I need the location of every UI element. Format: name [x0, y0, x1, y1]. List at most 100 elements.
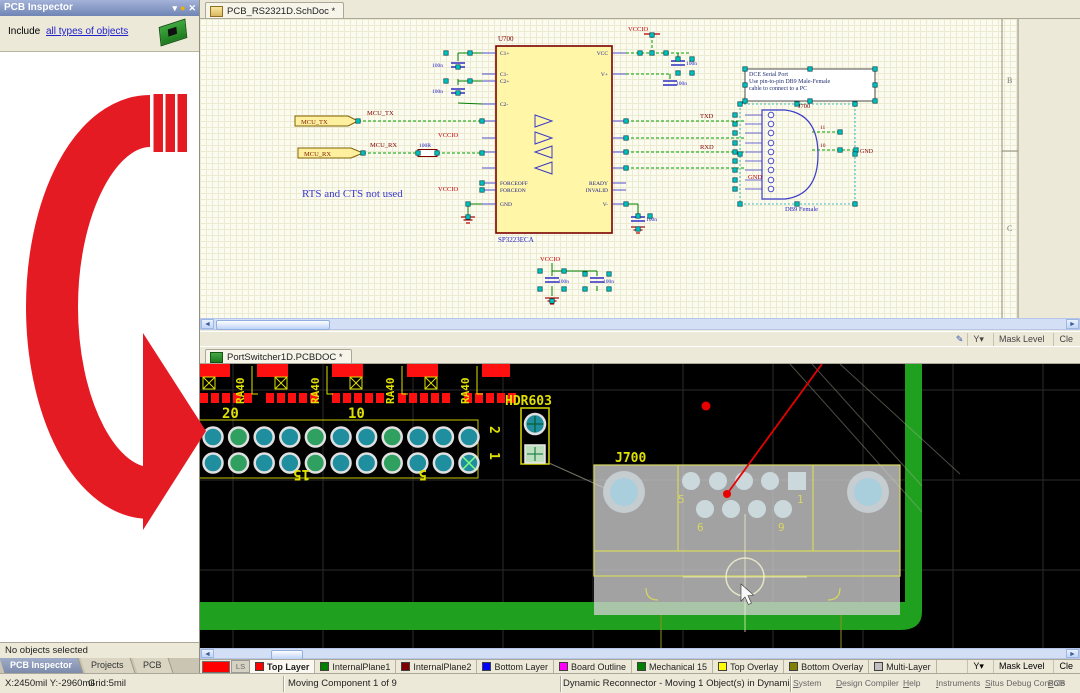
schematic-hscrollbar[interactable]: ◄ ► [200, 318, 1080, 330]
hdr603-component[interactable]: HDR603 [505, 394, 552, 464]
panel-tab-label: Projects [91, 658, 124, 673]
layer-tab-bottom-overlay[interactable]: Bottom Overlay [784, 660, 869, 673]
layer-tab-label: Bottom Layer [494, 662, 548, 672]
cap-value: 100n [432, 89, 443, 95]
panel-tab-pcb[interactable]: PCB [132, 658, 172, 673]
header-connector[interactable]: 201015521 [200, 406, 501, 482]
layer-tabs: Top Layer InternalPlane1InternalPlane2 Bot… [250, 660, 937, 673]
pin-number: 9 [778, 521, 785, 534]
through-hole-pad [434, 454, 453, 473]
layer-tab-label: Top Layer [267, 662, 309, 672]
net-label: MCU_TX [367, 110, 394, 117]
layer-tab-label: Board Outline [571, 662, 626, 672]
pin-number: 5 [419, 466, 427, 482]
schematic-ic[interactable]: C1+C1-C2+C2-FORCEOFFFORCEONGNDVCCV+READY… [482, 35, 626, 244]
connector-pad [722, 500, 740, 518]
layer-color-swatch [482, 662, 491, 671]
mask-level-button[interactable]: Mask Level [993, 333, 1050, 346]
through-hole-pad [383, 428, 402, 447]
dropdown-icon[interactable]: ▾ [172, 0, 177, 16]
schematic-canvas[interactable]: BC100n100n100n100n100n100n100n100RVCCIOV… [200, 19, 1080, 318]
db9-connector[interactable]: 1110J700DB9 FemaleGND [740, 103, 874, 213]
panel-title-bar[interactable]: PCB Inspector ▾ ● ✕ [0, 0, 199, 16]
through-hole-pad [204, 454, 223, 473]
clear-button[interactable]: Cle [1053, 333, 1078, 346]
scroll-left-icon[interactable]: ◄ [201, 649, 214, 658]
layer-tab-label: Bottom Overlay [801, 662, 863, 672]
ic-pin-name: C1+ [500, 51, 510, 57]
connector-pad [709, 472, 727, 490]
resistor-array-pads[interactable]: RA40RA40RA40RA40 [200, 364, 516, 404]
menu-instruments[interactable]: Instruments [936, 678, 980, 688]
pin-number: 2 [486, 426, 501, 434]
schematic-tab-bar: PCB_RS2321D.SchDoc * [200, 0, 1080, 19]
pin1-pad [788, 472, 806, 490]
scroll-left-icon[interactable]: ◄ [201, 319, 214, 329]
scroll-thumb[interactable] [216, 320, 330, 330]
layer-tab-top-overlay[interactable]: Top Overlay [713, 660, 784, 673]
menu-design-compiler[interactable]: Design Compiler [836, 678, 899, 688]
net-label: RXD [700, 144, 714, 151]
ic-pin-name: C2+ [500, 79, 510, 85]
tab-schematic-doc[interactable]: PCB_RS2321D.SchDoc * [205, 2, 344, 18]
net-label: MCU_RX [370, 142, 397, 149]
wire-icon[interactable]: ✎ [956, 334, 964, 345]
note-line: Use pin-to-pin DB9 Male-Female [749, 79, 830, 85]
ic-pin-name: INVALID [586, 188, 608, 194]
pcb-hscrollbar[interactable]: ◄ ► [200, 648, 1080, 659]
panel-title: PCB Inspector [4, 2, 73, 13]
scroll-right-icon[interactable]: ► [1066, 319, 1079, 329]
layer-color-swatch [255, 662, 264, 671]
menu-help[interactable]: Help [903, 678, 920, 688]
pcb-inspector-panel: PCB Inspector ▾ ● ✕ Include all types of… [0, 0, 200, 693]
layer-tab-mechanical-15[interactable]: Mechanical 15 [632, 660, 713, 673]
pcb-doc-title: PortSwitcher1D.PCBDOC * [227, 352, 343, 363]
component-designator: HDR603 [505, 394, 552, 409]
note-text-frame[interactable]: DCE Serial PortUse pin-to-pin DB9 Male-F… [745, 69, 875, 101]
include-scope-link[interactable]: all types of objects [46, 26, 128, 37]
close-icon[interactable]: ✕ [188, 0, 196, 16]
through-hole-pad [357, 428, 376, 447]
layer-color-swatch [559, 662, 568, 671]
filter-icon[interactable]: Y▾ [967, 333, 989, 346]
layer-tab-internalplane1[interactable]: InternalPlane1 [315, 660, 396, 673]
net-label: TXD [700, 113, 714, 120]
schematic-status-row: ✎ Y▾ Mask Level Cle [200, 331, 1080, 346]
layer-tab-bottom-layer[interactable]: Bottom Layer [477, 660, 554, 673]
pin-icon[interactable]: ● [180, 0, 185, 16]
power-net-label: VCCIO [438, 186, 459, 193]
layer-tab-multi-layer[interactable]: Multi-Layer [869, 660, 937, 673]
tab-pcb-doc[interactable]: PortSwitcher1D.PCBDOC * [205, 349, 352, 363]
cap-value: 100n [676, 81, 687, 87]
pcb-canvas[interactable]: RA40RA40RA40RA40201015521HDR603J7005169 [200, 364, 1080, 648]
layer-tab-board-outline[interactable]: Board Outline [554, 660, 632, 673]
through-hole-pad [255, 454, 274, 473]
menu-pcb[interactable]: PCB [1048, 678, 1065, 688]
panel-tab-projects[interactable]: Projects [81, 658, 135, 673]
db9-pin-number: 10 [820, 143, 826, 149]
through-hole-pad [306, 428, 325, 447]
status-bar: X:2450mil Y:-2960mil Grid:5mil Moving Co… [0, 673, 1080, 693]
pcb-doc-icon [210, 352, 223, 363]
filter-icon[interactable]: Y▾ [967, 660, 989, 673]
layer-tab-top-layer[interactable]: Top Layer [250, 660, 315, 673]
inspector-body: Include all types of objects [0, 16, 199, 52]
through-hole-pad [383, 454, 402, 473]
ra-label: RA40 [234, 378, 247, 405]
layer-tab-internalplane2[interactable]: InternalPlane2 [396, 660, 477, 673]
ic-pin-name: READY [589, 181, 608, 187]
mode-status: Dynamic Reconnector - Moving 1 Object(s)… [563, 678, 789, 689]
through-hole-pad [460, 428, 479, 447]
layer-color-swatch [718, 662, 727, 671]
cursor-coordinates: X:2450mil Y:-2960mil [5, 678, 95, 689]
schematic-ports[interactable]: MCU_TXMCU_RX [295, 116, 363, 158]
layer-sets-button[interactable]: LS [231, 660, 250, 673]
current-layer-swatch[interactable] [202, 661, 230, 673]
scroll-right-icon[interactable]: ► [1066, 649, 1079, 658]
panel-tab-pcb-inspector[interactable]: PCB Inspector [0, 658, 83, 673]
menu-system[interactable]: System [793, 678, 821, 688]
clear-button[interactable]: Cle [1053, 660, 1078, 673]
panel-tab-strip: PCB Inspector Projects PCB [0, 658, 199, 673]
pin-number: 5 [678, 493, 685, 506]
mask-level-button[interactable]: Mask Level [993, 660, 1050, 673]
